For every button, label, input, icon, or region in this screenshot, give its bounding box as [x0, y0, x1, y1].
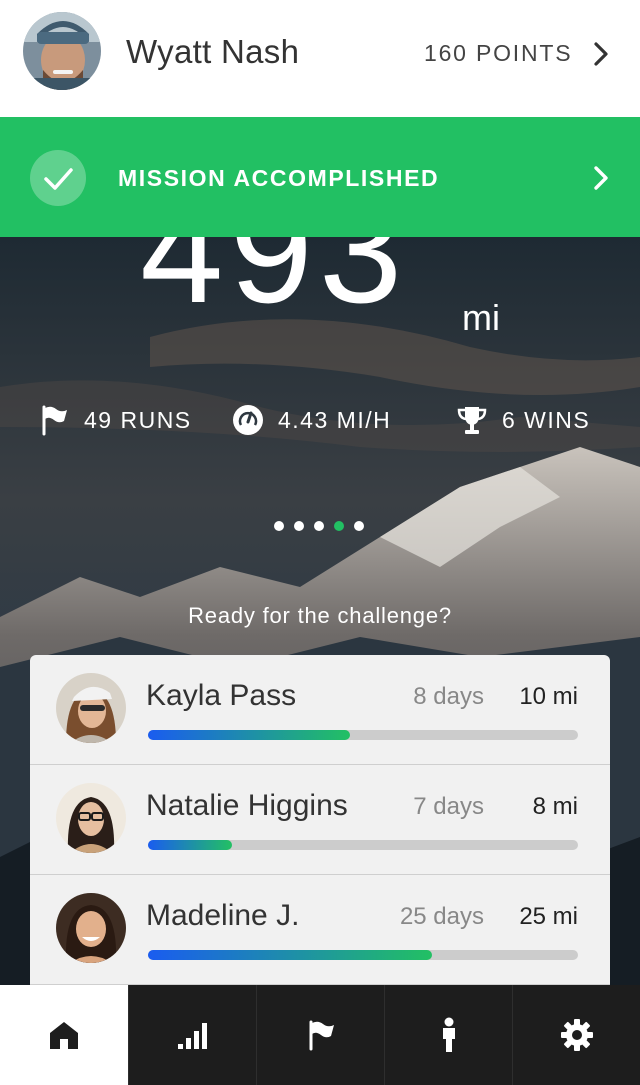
tab-stats[interactable]	[128, 985, 256, 1085]
challenge-list: Kayla Pass 8 days 10 mi Natalie Higgins …	[30, 655, 610, 985]
speed-stat: 4.43 MI/H	[232, 405, 391, 435]
speed-label: 4.43 MI/H	[278, 406, 392, 433]
distance-goal: 25 mi	[519, 903, 578, 930]
points-label[interactable]: 160 POINTS	[424, 40, 572, 67]
page-dot[interactable]	[354, 521, 364, 531]
checkmark-icon	[30, 150, 86, 206]
tab-settings[interactable]	[512, 985, 640, 1085]
distance-goal: 10 mi	[519, 683, 578, 710]
days-left: 25 days	[399, 903, 484, 930]
page-dot[interactable]	[314, 521, 324, 531]
progress-bar	[148, 950, 578, 960]
days-left: 8 days	[413, 683, 484, 710]
list-item[interactable]: Madeline J. 25 days 25 mi	[30, 875, 610, 985]
speedometer-icon	[233, 405, 263, 435]
runs-stat: 49 RUNS	[38, 405, 192, 436]
wins-label: 6 WINS	[502, 406, 591, 433]
user-name: Wyatt Nash	[126, 33, 300, 70]
avatar	[56, 673, 126, 743]
list-item[interactable]: Kayla Pass 8 days 10 mi	[30, 655, 610, 765]
gear-icon	[560, 1019, 593, 1051]
person-icon	[442, 1017, 455, 1052]
tab-profile[interactable]	[384, 985, 512, 1085]
distance-value: 493	[140, 237, 409, 334]
chevron-right-icon[interactable]	[592, 164, 610, 192]
days-left: 7 days	[413, 793, 484, 820]
page-dot[interactable]	[294, 521, 304, 531]
wins-stat: 6 WINS	[456, 405, 590, 435]
profile-header[interactable]: Wyatt Nash 160 POINTS	[0, 0, 640, 117]
home-icon	[50, 1022, 78, 1049]
distance-goal: 8 mi	[532, 793, 578, 820]
progress-fill	[148, 730, 351, 740]
trophy-icon	[457, 407, 487, 434]
challenge-prompt: Ready for the challenge?	[188, 603, 452, 628]
progress-bar	[148, 730, 578, 740]
tab-bar	[0, 985, 640, 1085]
tab-challenges[interactable]	[256, 985, 384, 1085]
friend-name: Natalie Higgins	[146, 789, 348, 822]
tab-home[interactable]	[0, 985, 128, 1085]
mission-banner[interactable]: MISSION ACCOMPLISHED	[0, 117, 640, 237]
progress-fill	[148, 840, 232, 850]
flag-icon	[309, 1020, 334, 1051]
flag-icon	[42, 405, 67, 436]
friend-name: Kayla Pass	[146, 679, 297, 712]
chevron-right-icon[interactable]	[592, 41, 610, 67]
distance-unit: mi	[462, 297, 500, 338]
progress-bar	[148, 840, 578, 850]
page-dot[interactable]	[274, 521, 284, 531]
page-dot[interactable]	[334, 521, 344, 531]
avatar	[56, 783, 126, 853]
stats-icon	[177, 1023, 207, 1049]
runs-label: 49 RUNS	[84, 406, 192, 433]
list-item[interactable]: Natalie Higgins 7 days 8 mi	[30, 765, 610, 875]
page-indicator[interactable]	[274, 521, 374, 531]
avatar	[56, 893, 126, 963]
progress-fill	[148, 950, 432, 960]
friend-name: Madeline J.	[146, 899, 300, 932]
user-avatar[interactable]	[23, 12, 101, 90]
mission-text: MISSION ACCOMPLISHED	[118, 165, 440, 191]
